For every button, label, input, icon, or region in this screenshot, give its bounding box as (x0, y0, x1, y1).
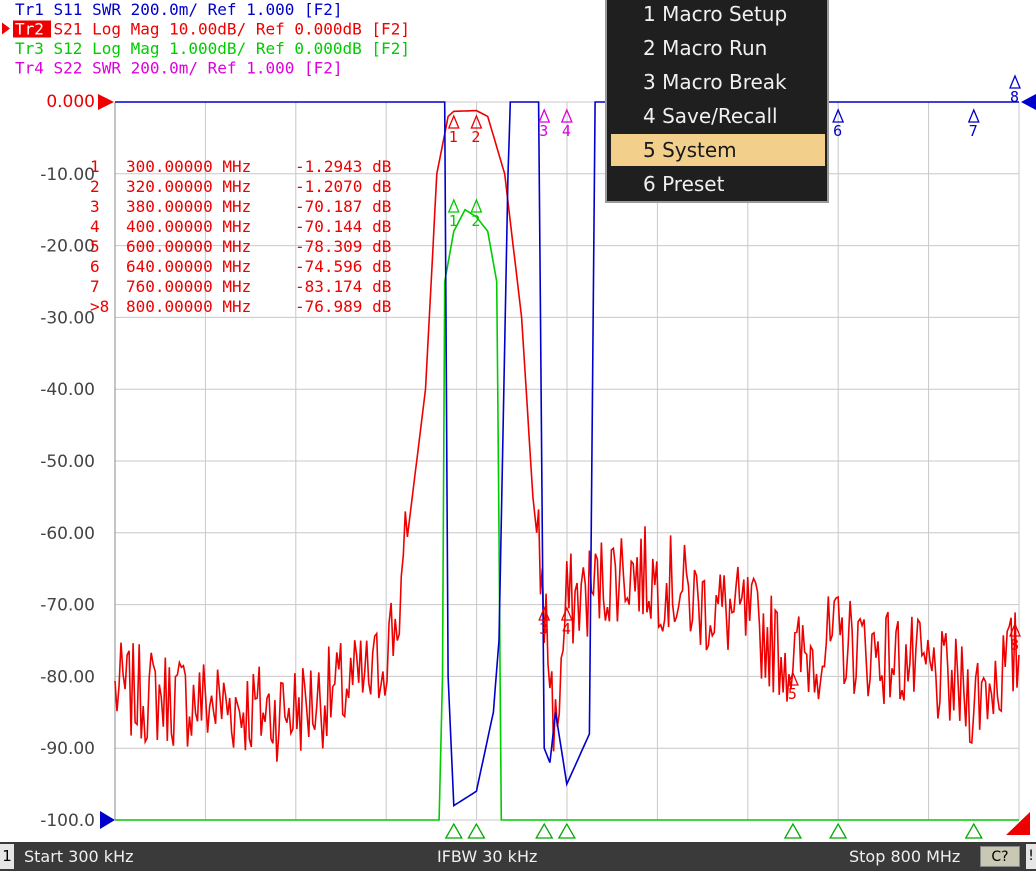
marker-frequency: 380.00000 MHz (126, 197, 251, 216)
marker-flag-label: 8 (1010, 88, 1019, 106)
system-menu: 1 Macro Setup 2 Macro Run 3 Macro Break 4 S… (605, 0, 829, 203)
marker-number: 4 (90, 217, 100, 236)
trace-settings: S12 Log Mag 1.000dB/ Ref 0.000dB [F2] (44, 39, 410, 58)
menu-item-macro-setup[interactable]: 1 Macro Setup (611, 0, 825, 30)
marker-number: >8 (90, 297, 109, 316)
marker-flag-label: 5 (788, 685, 797, 703)
marker-frequency: 760.00000 MHz (126, 277, 251, 296)
trace-tr1-line[interactable]: Tr1 S11 SWR 200.0m/ Ref 1.000 [F2] (15, 0, 343, 19)
stop-frequency[interactable]: Stop 800 MHz (849, 842, 960, 871)
marker-number: 6 (90, 257, 100, 276)
marker-value: -70.144 dB (295, 217, 391, 236)
y-tick-label: -60.00 (40, 524, 95, 544)
marker-value: -83.174 dB (295, 277, 391, 296)
marker-frequency: 320.00000 MHz (126, 177, 251, 196)
y-tick-label: -10.00 (40, 165, 95, 185)
start-frequency[interactable]: Start 300 kHz (24, 842, 134, 871)
marker-flag-label: 8 (1010, 636, 1019, 654)
correction-status[interactable]: C? (980, 846, 1020, 867)
menu-item-macro-break[interactable]: 3 Macro Break (611, 66, 825, 98)
marker-flag-label: 3 (539, 620, 548, 638)
y-tick-label: -20.00 (40, 237, 95, 257)
marker-number: 7 (90, 277, 100, 296)
marker-flag-label: 4 (562, 122, 571, 140)
marker-value: -78.309 dB (295, 237, 391, 256)
menu-item-system[interactable]: 5 System (611, 134, 825, 166)
if-bandwidth[interactable]: IFBW 30 kHz (437, 842, 537, 871)
marker-number: 1 (90, 157, 100, 176)
warning-indicator: ! (1026, 844, 1036, 869)
menu-item-macro-run[interactable]: 2 Macro Run (611, 32, 825, 64)
marker-frequency: 400.00000 MHz (126, 217, 251, 236)
marker-number: 5 (90, 237, 100, 256)
y-tick-label: -100.0 (40, 811, 95, 831)
status-bar: 1 Start 300 kHz IFBW 30 kHz Stop 800 MHz… (0, 842, 1036, 871)
trace-label: Tr2 (15, 20, 44, 39)
y-tick-label: -40.00 (40, 380, 95, 400)
marker-flag-label: 3 (539, 122, 548, 140)
marker-flag-label: 1 (449, 128, 458, 146)
menu-item-save-recall[interactable]: 4 Save/Recall (611, 100, 825, 132)
marker-flag-label: 6 (833, 122, 842, 140)
y-tick-label: -30.00 (40, 308, 95, 328)
marker-frequency: 800.00000 MHz (126, 297, 251, 316)
y-tick-label: -90.00 (40, 739, 95, 759)
marker-flag-label: 4 (562, 620, 571, 638)
marker-value: -70.187 dB (295, 197, 391, 216)
marker-number: 3 (90, 197, 100, 216)
marker-frequency: 640.00000 MHz (126, 257, 251, 276)
trace-label: Tr1 (15, 0, 44, 19)
y-tick-label: -80.00 (40, 667, 95, 687)
trace-label: Tr3 (15, 39, 44, 58)
trace-settings: S11 SWR 200.0m/ Ref 1.000 [F2] (44, 0, 343, 19)
trace-settings: S22 SWR 200.0m/ Ref 1.000 [F2] (44, 59, 343, 78)
marker-value: -1.2070 dB (295, 177, 391, 196)
channel-indicator[interactable]: 1 (0, 844, 14, 869)
trace-label: Tr4 (15, 59, 44, 78)
marker-flag-label: 7 (969, 122, 978, 140)
marker-flag-label: 2 (471, 212, 480, 230)
trace-tr2-line[interactable]: Tr2 S21 Log Mag 10.00dB/ Ref 0.000dB [F2… (15, 20, 410, 39)
marker-flag-label: 2 (471, 128, 480, 146)
marker-value: -1.2943 dB (295, 157, 391, 176)
y-axis-reference-label: 0.000 (46, 92, 95, 112)
marker-value: -76.989 dB (295, 297, 391, 316)
trace-plot[interactable]: Tr1 S11 SWR 200.0m/ Ref 1.000 [F2]Tr2 S2… (0, 0, 1036, 842)
marker-flag-label: 1 (449, 212, 458, 230)
marker-frequency: 600.00000 MHz (126, 237, 251, 256)
marker-table: 1 300.00000 MHz -1.2943 dB 2 320.00000 MHz -1… (90, 157, 391, 316)
trace-tr4-line[interactable]: Tr4 S22 SWR 200.0m/ Ref 1.000 [F2] (15, 59, 343, 78)
y-tick-label: -50.00 (40, 452, 95, 472)
menu-item-preset[interactable]: 6 Preset (611, 168, 825, 200)
marker-frequency: 300.00000 MHz (126, 157, 251, 176)
marker-value: -74.596 dB (295, 257, 391, 276)
trace-settings: S21 Log Mag 10.00dB/ Ref 0.000dB [F2] (44, 20, 410, 39)
trace-tr3-line[interactable]: Tr3 S12 Log Mag 1.000dB/ Ref 0.000dB [F2… (15, 39, 410, 58)
y-tick-label: -70.00 (40, 596, 95, 616)
marker-number: 2 (90, 177, 100, 196)
